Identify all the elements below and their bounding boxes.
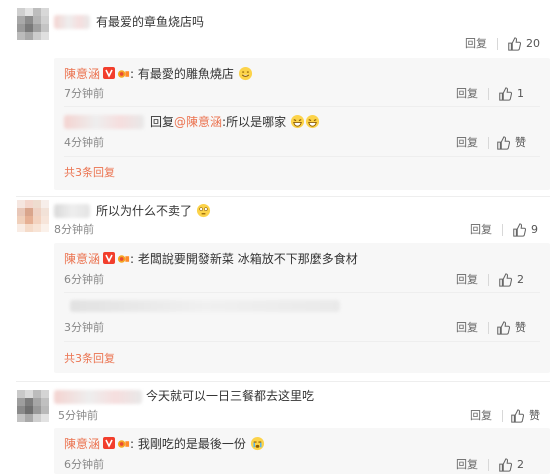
comment-divider	[16, 196, 550, 197]
like-button[interactable]: 赞	[496, 135, 526, 151]
like-button[interactable]: 2	[498, 457, 524, 473]
divider	[488, 137, 489, 149]
comment-time: 5分钟前	[58, 409, 98, 422]
like-count: 20	[526, 37, 540, 50]
laugh-emoji	[290, 114, 304, 129]
username-blurred[interactable]	[54, 15, 90, 29]
verified-v-icon	[103, 437, 116, 449]
divider	[502, 224, 503, 236]
more-replies-link[interactable]: 共3条回复	[64, 352, 115, 366]
like-count: 9	[531, 223, 538, 236]
like-button[interactable]: 赞	[496, 320, 526, 336]
reply-button[interactable]: 回复	[470, 409, 492, 423]
reply-button[interactable]: 回复	[456, 87, 478, 101]
reply-item: 回复@陳意涵:所以是哪家	[150, 114, 320, 130]
reply-text: 有最愛的雕魚燒店	[137, 67, 234, 81]
thumbs-up-icon	[499, 458, 512, 472]
separator	[64, 156, 540, 157]
reply-author[interactable]: 陳意涵	[64, 437, 100, 451]
comment-text: 有最爱的章鱼烧店吗	[96, 15, 205, 29]
mention-link[interactable]: @陳意涵	[174, 115, 222, 129]
avatar[interactable]	[17, 200, 49, 232]
like-button[interactable]: 20	[507, 36, 540, 52]
verified-v-icon	[103, 252, 116, 264]
divider	[488, 274, 489, 286]
confused-emoji	[196, 203, 210, 218]
reply-text: 我剛吃的是最後一份	[137, 437, 246, 451]
reply-time: 3分钟前	[64, 321, 104, 334]
reply-button[interactable]: 回复	[456, 136, 478, 150]
fan-badge-icon	[117, 440, 130, 448]
divider	[488, 459, 489, 471]
reply-author[interactable]: 陳意涵	[64, 252, 100, 266]
reply-text: :所以是哪家	[222, 115, 287, 129]
divider	[488, 88, 489, 100]
divider	[488, 322, 489, 334]
thumbs-up-icon	[497, 321, 510, 335]
username-blurred[interactable]	[54, 204, 90, 218]
laugh-emoji	[305, 114, 319, 129]
divider	[502, 410, 503, 422]
like-button[interactable]: 2	[498, 272, 524, 288]
separator	[64, 341, 540, 342]
like-label: 赞	[515, 136, 526, 149]
reply-item: 陳意涵: 我剛吃的是最後一份	[64, 436, 265, 452]
separator	[64, 106, 540, 107]
reply-prefix: 回复	[150, 115, 175, 129]
like-label: 赞	[515, 321, 526, 334]
like-button[interactable]: 赞	[510, 408, 540, 424]
reply-button[interactable]: 回复	[470, 223, 492, 237]
username-blurred[interactable]	[54, 390, 142, 404]
reply-item: 陳意涵: 老闆說要開發新菜 冰箱放不下那麼多食材	[64, 252, 358, 266]
like-button[interactable]: 9	[512, 222, 538, 238]
comment-text: 所以为什么不卖了	[96, 203, 211, 219]
reply-time: 7分钟前	[64, 87, 104, 100]
like-label: 赞	[529, 409, 540, 422]
reply-button[interactable]: 回复	[456, 273, 478, 287]
fan-badge-icon	[117, 70, 130, 78]
fan-badge-icon	[117, 255, 130, 263]
reply-text-blurred	[70, 300, 340, 312]
like-button[interactable]: 1	[498, 86, 524, 102]
thumbs-up-icon	[499, 87, 512, 101]
thumbs-up-icon	[513, 223, 526, 237]
reply-text: 老闆說要開發新菜 冰箱放不下那麼多食材	[137, 252, 358, 266]
reply-time: 6分钟前	[64, 458, 104, 471]
username-blurred[interactable]	[64, 115, 144, 129]
reply-button[interactable]: 回复	[456, 321, 478, 335]
reply-time: 6分钟前	[64, 273, 104, 286]
like-count: 2	[517, 273, 524, 286]
divider	[497, 38, 498, 50]
thumbs-up-icon	[499, 273, 512, 287]
thumbs-up-icon	[508, 37, 521, 51]
like-count: 2	[517, 458, 524, 471]
comment-time: 8分钟前	[54, 223, 94, 236]
separator	[64, 292, 540, 293]
grin-emoji	[238, 66, 252, 81]
reply-author[interactable]: 陳意涵	[64, 67, 100, 81]
avatar[interactable]	[17, 8, 49, 40]
verified-v-icon	[103, 67, 116, 79]
like-count: 1	[517, 87, 524, 100]
comment-text: 今天就可以一日三餐都去这里吃	[146, 389, 315, 403]
crying-emoji	[250, 436, 264, 451]
avatar[interactable]	[17, 390, 49, 422]
reply-button[interactable]: 回复	[465, 37, 487, 51]
thumbs-up-icon	[497, 136, 510, 150]
more-replies-link[interactable]: 共3条回复	[64, 166, 115, 180]
reply-time: 4分钟前	[64, 136, 104, 149]
thumbs-up-icon	[511, 409, 524, 423]
reply-button[interactable]: 回复	[456, 458, 478, 472]
comment-divider	[16, 381, 550, 382]
reply-item: 陳意涵: 有最愛的雕魚燒店	[64, 66, 253, 82]
